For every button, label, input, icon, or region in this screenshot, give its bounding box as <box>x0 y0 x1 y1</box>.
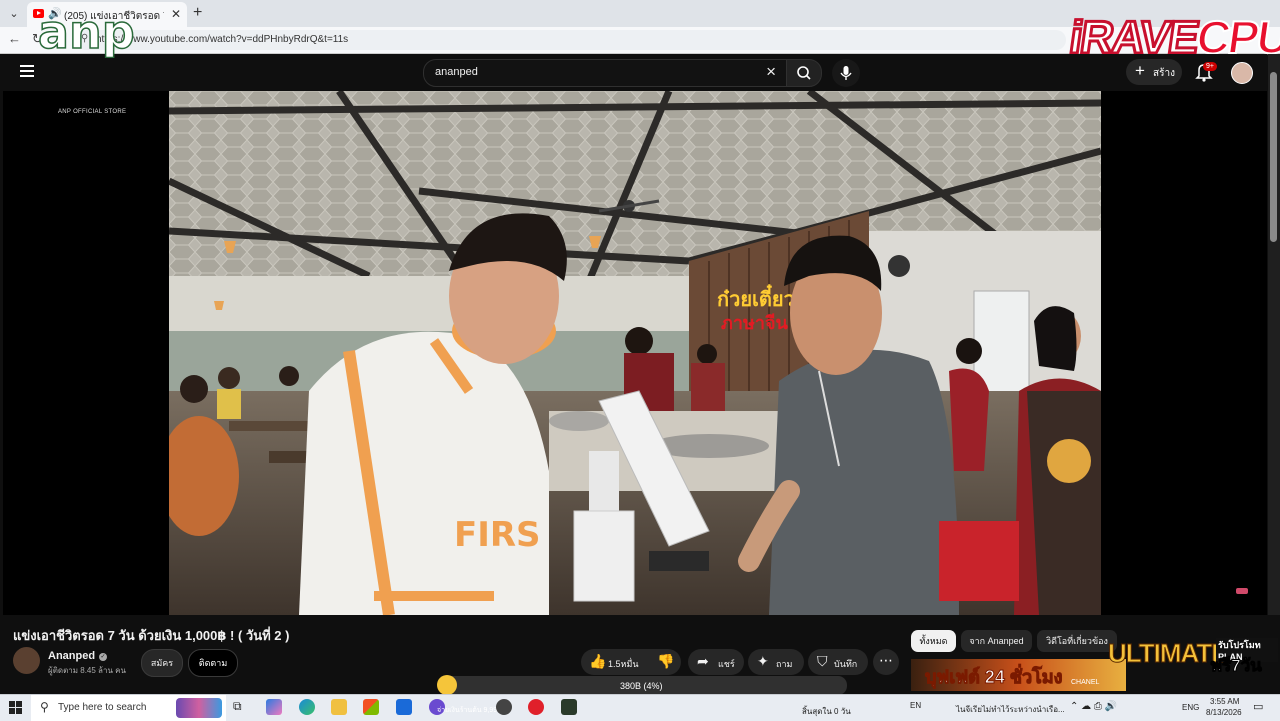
sparkle-icon: ✦ <box>757 653 769 669</box>
url-field[interactable]: ⚲ https://www.youtube.com/watch?v=ddPHnb… <box>76 30 1066 50</box>
video-corner-icon <box>1236 588 1248 594</box>
video-frame: ก๋วยเตี๋ยว ภาษาจีน FIRS <box>169 91 1101 615</box>
more-actions-icon[interactable]: ⋯ <box>873 649 899 675</box>
mail-icon[interactable] <box>396 699 412 715</box>
overlay-progress-knob <box>437 675 457 695</box>
svg-text:FIRS: FIRS <box>454 515 541 555</box>
menu-icon[interactable] <box>20 65 34 77</box>
tab-list-icon[interactable]: ⌄ <box>6 6 22 22</box>
subscribe-button[interactable]: ติดตาม <box>188 649 238 677</box>
video-title: แข่งเอาชีวิตรอด 7 วัน ด้วยเงิน 1,000฿ ! … <box>13 628 290 643</box>
ultimate-free: ฟรี7วัน <box>1210 656 1263 676</box>
app2-icon[interactable] <box>496 699 512 715</box>
taskbar-search-placeholder: Type here to search <box>58 702 147 713</box>
search-highlight-image <box>176 698 222 718</box>
clock-time[interactable]: 3:55 AM <box>1210 697 1239 706</box>
search-button[interactable] <box>786 59 822 87</box>
taskbar-search-input[interactable]: ⚲ Type here to search <box>31 695 226 721</box>
copilot-icon[interactable] <box>266 699 282 715</box>
svg-text:ก๋วยเตี๋ยว: ก๋วยเตี๋ยว <box>717 284 795 311</box>
chip-related[interactable]: วิดีโอที่เกี่ยวข้อง <box>1037 630 1117 652</box>
like-dislike-group: 👍 1.5หมื่น 👎 <box>581 649 681 675</box>
file-explorer-icon[interactable] <box>331 699 347 715</box>
save-button[interactable]: ⛉ บันทึก <box>808 649 868 675</box>
language-indicator[interactable]: EN <box>910 701 921 710</box>
ask-button[interactable]: ✦ ถาม <box>748 649 804 675</box>
keyboard-language[interactable]: ENG <box>1182 703 1199 712</box>
related-thumb-brand: CHANEL <box>1071 679 1100 686</box>
channel-avatar[interactable] <box>13 647 40 674</box>
notification-center-icon[interactable]: ▭ <box>1253 700 1263 713</box>
subscriber-count: ผู้ติดตาม 8.45 ล้าน คน <box>48 666 126 675</box>
video-player[interactable]: ก๋วยเตี๋ยว ภาษาจีน FIRS <box>169 91 1101 615</box>
edge-icon[interactable] <box>299 699 315 715</box>
overlay-progress-text: 380B (4%) <box>620 681 663 691</box>
related-video-thumbnail[interactable]: บุฟเฟต์ 24 ชั่วโมง CHANEL <box>911 659 1126 691</box>
task-view-icon[interactable]: ⧉ <box>233 699 249 715</box>
app3-icon[interactable] <box>561 699 577 715</box>
new-tab-icon[interactable]: + <box>193 4 202 22</box>
channel-name: Ananped <box>48 650 96 662</box>
page-scrollbar[interactable] <box>1268 54 1280 615</box>
opera-icon[interactable] <box>528 699 544 715</box>
share-button[interactable]: ➦ แชร์ <box>688 649 744 675</box>
create-button[interactable]: + สร้าง <box>1126 59 1182 85</box>
ask-label: ถาม <box>776 659 793 669</box>
clear-search-icon[interactable]: × <box>766 62 776 82</box>
scrollbar-thumb[interactable] <box>1270 72 1277 242</box>
close-tab-icon[interactable]: ✕ <box>171 7 181 21</box>
related-thumb-text: บุฟเฟต์ 24 ชั่วโมง <box>924 667 1063 688</box>
ultimate-ad-overlay: ULTIMATE รับโปรโมท PLAN ฟรี7วัน <box>1108 628 1278 690</box>
chip-from-channel[interactable]: จาก Ananped <box>961 630 1032 652</box>
logo-subtitle: ANP OFFICIAL STORE <box>58 109 127 115</box>
share-label: แชร์ <box>718 659 735 669</box>
voice-search-button[interactable] <box>832 59 860 87</box>
windows-taskbar: ⚲ Type here to search ⧉ จ่ายเงินร้านต้น … <box>0 694 1280 721</box>
verified-icon: ✓ <box>99 653 108 661</box>
save-label: บันทึก <box>834 659 858 669</box>
notification-badge: 9+ <box>1203 62 1217 71</box>
windows-start-icon[interactable] <box>9 701 22 714</box>
anp-logo[interactable]: anp <box>36 2 156 58</box>
join-button[interactable]: สมัคร <box>141 649 183 677</box>
like-count[interactable]: 1.5หมื่น <box>608 657 639 671</box>
clock-date[interactable]: 8/13/2026 <box>1206 708 1242 717</box>
svg-text:ภาษาจีน: ภาษาจีน <box>721 313 788 334</box>
search-icon <box>797 66 811 80</box>
microphone-icon <box>840 66 852 80</box>
logo-text: anp <box>38 5 135 58</box>
taskbar-status-text: สิ้นสุดใน 0 วัน <box>802 707 851 716</box>
channel-name-row[interactable]: Ananped ✓ <box>48 650 108 662</box>
store-icon[interactable] <box>363 699 379 715</box>
bookmark-icon: ⛉ <box>817 653 828 669</box>
back-icon[interactable]: ← <box>8 31 21 46</box>
dislike-icon[interactable]: 👎 <box>657 653 674 670</box>
create-label: สร้าง <box>1153 68 1175 79</box>
like-icon[interactable]: 👍 <box>589 653 606 670</box>
search-icon: ⚲ <box>40 700 49 714</box>
plus-icon: + <box>1135 61 1145 80</box>
news-ticker[interactable]: ไนจีเรียไม่ทำไว้ระหว่างนำเรือ... <box>956 703 1065 716</box>
search-input-value: ananped <box>435 66 478 78</box>
share-icon: ➦ <box>697 653 709 669</box>
account-avatar[interactable] <box>1231 62 1253 84</box>
chip-all[interactable]: ทั้งหมด <box>911 630 956 652</box>
system-tray-icons[interactable]: ⌃ ☁ ⎙ 🔊 <box>1070 701 1117 712</box>
search-input[interactable]: ananped × <box>423 59 787 87</box>
